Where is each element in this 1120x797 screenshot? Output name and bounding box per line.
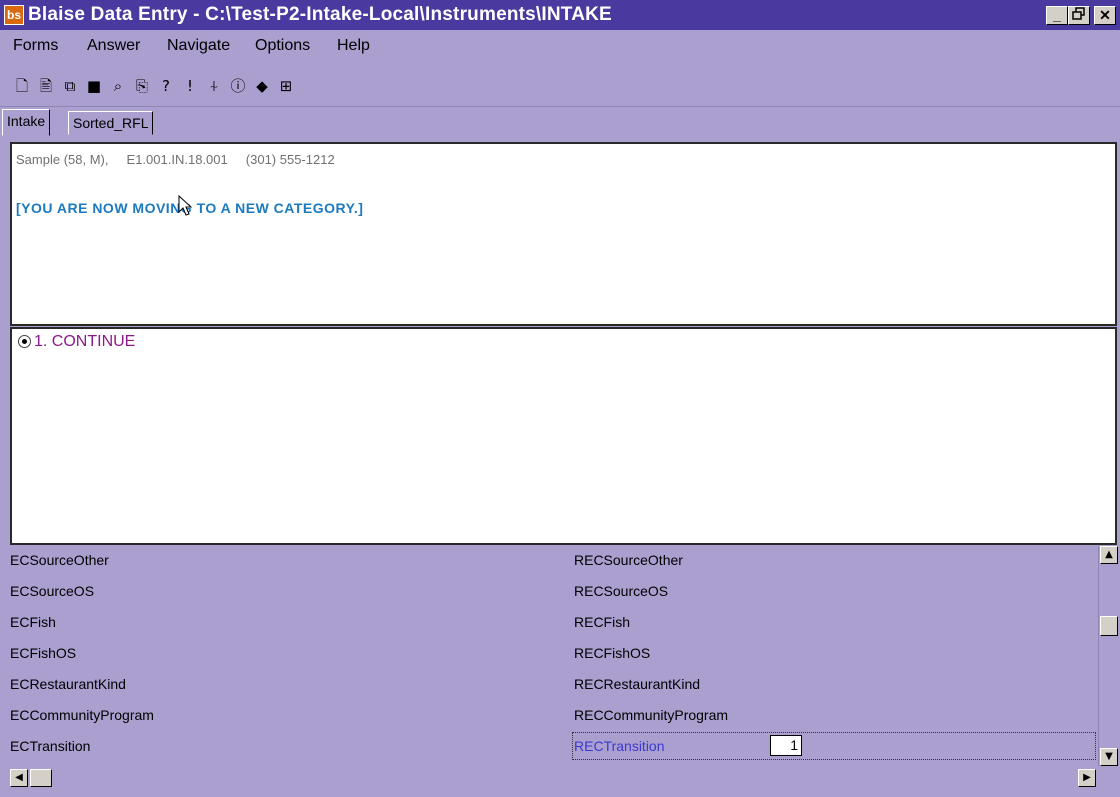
title-bar: bs Blaise Data Entry - C:\Test-P2-Intake… — [0, 0, 1120, 30]
field-name-right[interactable]: RECFish — [574, 614, 630, 630]
field-value-input[interactable]: 1 — [770, 735, 802, 756]
field-name-left[interactable]: ECSourceOther — [10, 552, 109, 568]
scroll-thumb[interactable] — [1100, 616, 1118, 636]
menu-bar: Forms Answer Navigate Options Help — [0, 30, 1120, 62]
field-name-right[interactable]: RECFishOS — [574, 645, 650, 661]
help-icon[interactable]: ? — [156, 76, 176, 96]
watch-icon[interactable]: ! — [180, 76, 200, 96]
field-name-left[interactable]: ECFishOS — [10, 645, 76, 661]
find-icon[interactable]: ⌕ — [108, 76, 128, 96]
scroll-up-button[interactable]: ▲ — [1100, 546, 1118, 564]
field-name-left[interactable]: ECSourceOS — [10, 583, 94, 599]
toolbar: 🗋 🖹 ⧉ ■ ⌕ ⎘ ? ! ⍭ ⓘ ◆ ⊞ — [0, 62, 1120, 107]
field-row: ECFish RECFish — [10, 608, 1097, 636]
window-title: Blaise Data Entry - C:\Test-P2-Intake-Lo… — [28, 4, 612, 25]
close-button[interactable]: ✕ — [1094, 6, 1116, 25]
field-row: ECFishOS RECFishOS — [10, 639, 1097, 667]
field-row: ECRestaurantKind RECRestaurantKind — [10, 670, 1097, 698]
field-name-right[interactable]: RECRestaurantKind — [574, 676, 700, 692]
continue-radio[interactable] — [18, 335, 31, 348]
attach-icon[interactable]: ⍭ — [204, 76, 224, 96]
field-row: ECCommunityProgram RECCommunityProgram — [10, 701, 1097, 729]
vertical-scrollbar[interactable]: ▲ ▼ — [1098, 546, 1119, 766]
hscroll-thumb[interactable] — [30, 769, 52, 787]
field-name-right[interactable]: RECCommunityProgram — [574, 707, 728, 723]
answer-pane: 1. CONTINUE — [10, 327, 1117, 545]
app-icon: bs — [4, 5, 24, 25]
save-icon[interactable]: ■ — [84, 76, 104, 96]
question-pane: Sample (58, M), E1.001.IN.18.001 (301) 5… — [10, 142, 1117, 326]
field-row-active: ECTransition RECTransition 1 — [10, 732, 1097, 760]
tree-icon[interactable]: ⊞ — [276, 76, 296, 96]
info-icon[interactable]: ⓘ — [228, 76, 248, 96]
scroll-right-button[interactable]: ▶ — [1078, 769, 1096, 787]
horizontal-scrollbar[interactable]: ◀ ▶ — [10, 767, 1098, 789]
copy-form-icon[interactable]: ⧉ — [60, 76, 80, 96]
field-name-right[interactable]: RECSourceOther — [574, 552, 683, 568]
minimize-button[interactable]: _ — [1046, 6, 1068, 25]
remark-icon[interactable]: ◆ — [252, 76, 272, 96]
field-name-left[interactable]: ECTransition — [10, 738, 90, 754]
answer-option[interactable]: 1. CONTINUE — [34, 333, 135, 351]
scroll-left-button[interactable]: ◀ — [10, 769, 28, 787]
menu-options[interactable]: Options — [255, 37, 310, 55]
new-form-icon[interactable]: 🗋 — [12, 76, 32, 96]
restore-button[interactable] — [1068, 6, 1090, 25]
tab-sorted-rfl[interactable]: Sorted_RFL — [68, 111, 154, 135]
field-name-right[interactable]: RECTransition — [574, 738, 665, 754]
field-name-left[interactable]: ECCommunityProgram — [10, 707, 154, 723]
open-form-icon[interactable]: 🖹 — [36, 76, 56, 96]
field-list: ECSourceOther RECSourceOther ECSourceOS … — [10, 546, 1097, 766]
menu-answer[interactable]: Answer — [87, 37, 140, 55]
restore-icon — [1072, 7, 1085, 20]
menu-forms[interactable]: Forms — [13, 37, 58, 55]
tab-intake[interactable]: Intake — [2, 109, 51, 136]
paste-icon[interactable]: ⎘ — [132, 76, 152, 96]
menu-navigate[interactable]: Navigate — [167, 37, 230, 55]
field-name-left[interactable]: ECRestaurantKind — [10, 676, 126, 692]
mouse-cursor-icon — [178, 195, 192, 216]
sample-info: Sample (58, M), E1.001.IN.18.001 (301) 5… — [16, 152, 335, 167]
tab-strip: Intake Sorted_RFL — [0, 107, 1120, 136]
menu-help[interactable]: Help — [337, 37, 370, 55]
field-name-right[interactable]: RECSourceOS — [574, 583, 668, 599]
field-row: ECSourceOther RECSourceOther — [10, 546, 1097, 574]
field-name-left[interactable]: ECFish — [10, 614, 56, 630]
field-row: ECSourceOS RECSourceOS — [10, 577, 1097, 605]
scroll-down-button[interactable]: ▼ — [1100, 748, 1118, 766]
